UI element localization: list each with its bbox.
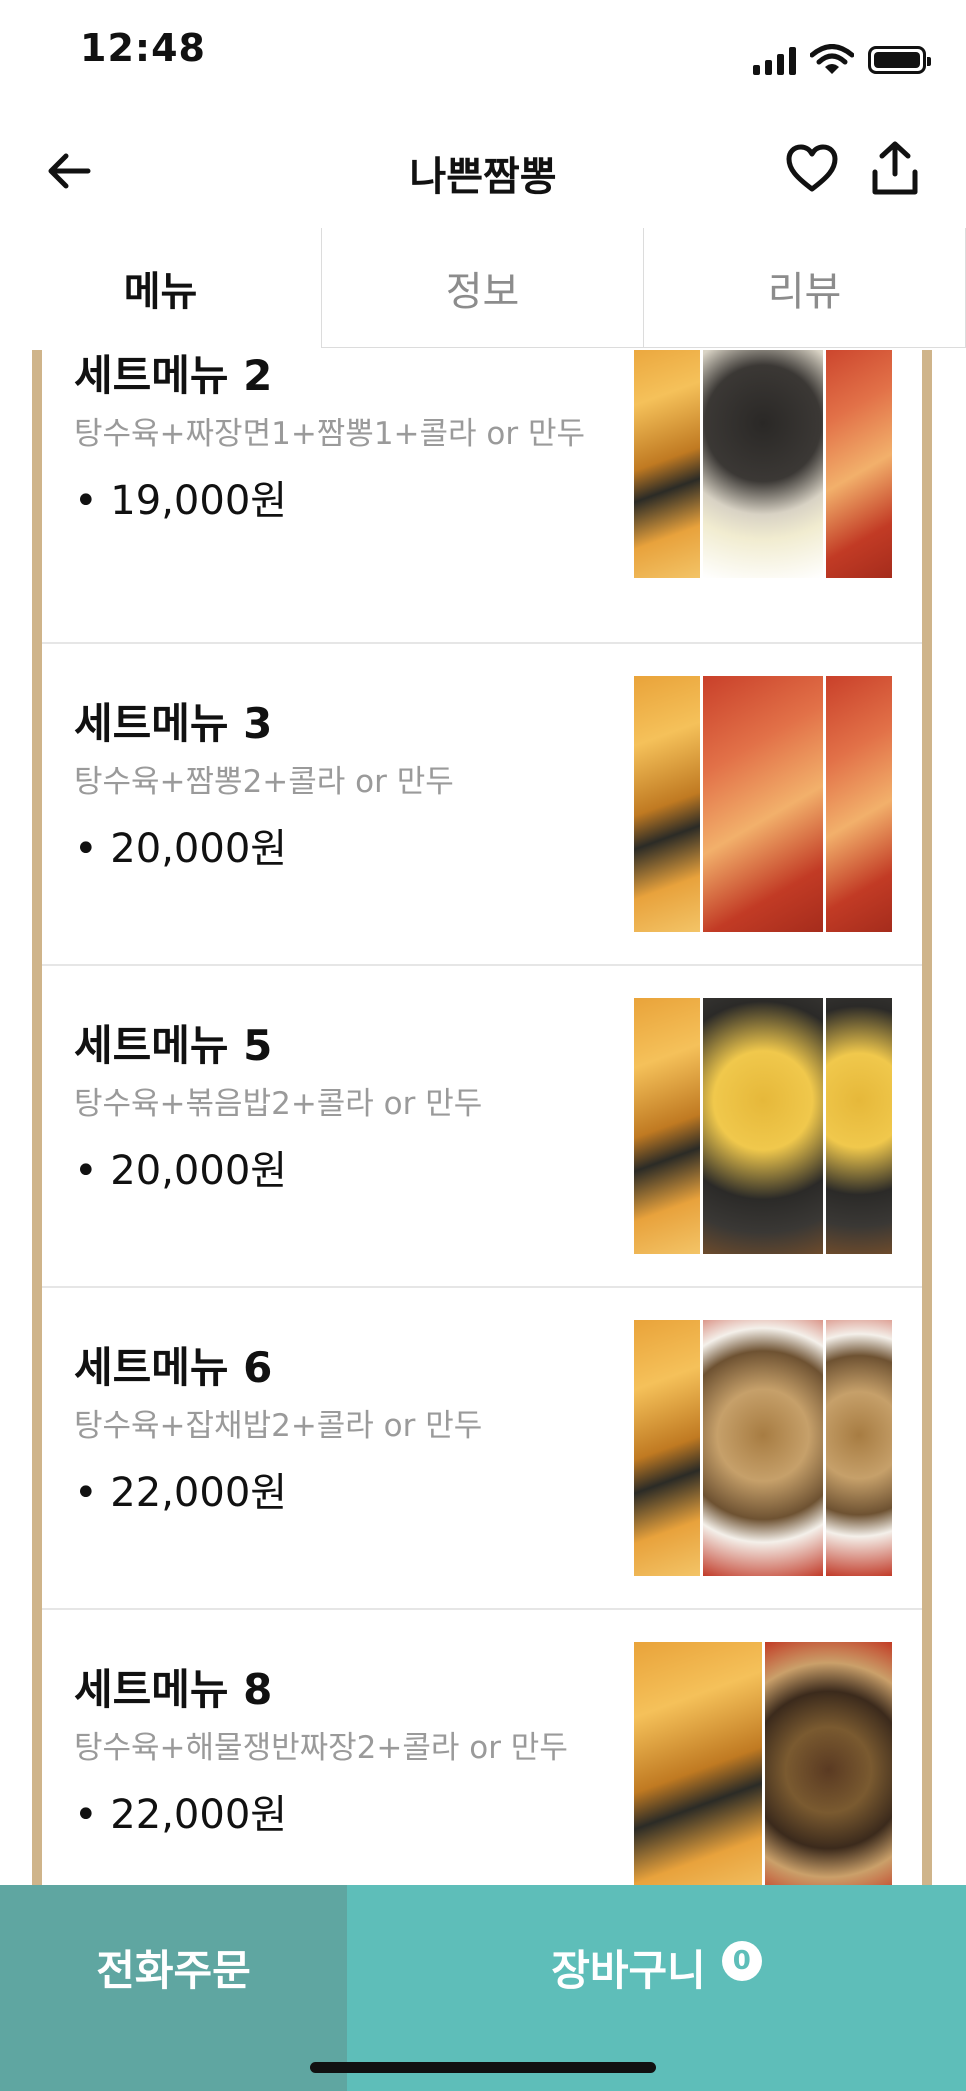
home-indicator[interactable] [310,2062,656,2073]
share-icon[interactable] [870,140,920,196]
menu-item-photo [634,1320,892,1576]
menu-list: 세트메뉴 2 탕수육+짜장면1+짬뽕1+콜라 or 만두 • 19,000원 세… [32,350,932,1886]
menu-item-description: 탕수육+볶음밥2+콜라 or 만두 [74,1086,483,1122]
bottom-action-bar: 전화주문 장바구니 0 [0,1885,966,2091]
menu-item[interactable]: 세트메뉴 3 탕수육+짬뽕2+콜라 or 만두 • 20,000원 [42,644,922,966]
menu-item-price: • 22,000원 [74,1470,288,1516]
battery-icon [868,46,931,74]
menu-item-price: • 20,000원 [74,1148,288,1194]
menu-item-description: 탕수육+짬뽕2+콜라 or 만두 [74,764,454,800]
cart-count-badge: 0 [721,1941,762,1981]
menu-item-photo [634,350,892,578]
menu-item-price: • 19,000원 [74,478,288,524]
menu-item-name: 세트메뉴 3 [74,699,273,748]
status-time: 12:48 [80,26,206,70]
menu-item-description: 탕수육+짜장면1+짬뽕1+콜라 or 만두 [74,416,586,452]
menu-item-description: 탕수육+잡채밥2+콜라 or 만두 [74,1408,483,1444]
menu-item-description: 탕수육+해물쟁반짜장2+콜라 or 만두 [74,1730,568,1766]
cart-button[interactable]: 장바구니 0 [347,1885,966,2091]
phone-order-button[interactable]: 전화주문 [0,1885,347,2091]
status-bar: 12:48 [0,0,966,110]
menu-item[interactable]: 세트메뉴 6 탕수육+잡채밥2+콜라 or 만두 • 22,000원 [42,1288,922,1610]
status-icons [753,40,931,80]
tab-menu[interactable]: 메뉴 [0,228,322,348]
menu-item[interactable]: 세트메뉴 2 탕수육+짜장면1+짬뽕1+콜라 or 만두 • 19,000원 [42,350,922,644]
wifi-icon [810,44,854,74]
menu-item[interactable]: 세트메뉴 5 탕수육+볶음밥2+콜라 or 만두 • 20,000원 [42,966,922,1288]
tab-info[interactable]: 정보 [322,228,644,348]
tab-bar: 메뉴 정보 리뷰 [0,228,966,350]
menu-item[interactable]: 세트메뉴 8 탕수육+해물쟁반짜장2+콜라 or 만두 • 22,000원 [42,1610,922,1886]
menu-item-price: • 22,000원 [74,1792,288,1838]
menu-item-name: 세트메뉴 8 [74,1665,273,1714]
menu-item-name: 세트메뉴 5 [74,1021,273,1070]
tab-reviews[interactable]: 리뷰 [644,228,966,348]
menu-item-photo [634,1642,892,1886]
menu-item-name: 세트메뉴 6 [74,1343,273,1392]
heart-icon[interactable] [786,144,838,194]
menu-item-photo [634,676,892,932]
cellular-signal-icon [753,45,796,75]
menu-item-name: 세트메뉴 2 [74,351,273,400]
menu-item-photo [634,998,892,1254]
menu-item-price: • 20,000원 [74,826,288,872]
top-header: 나쁜짬뽕 [0,110,966,230]
phone-order-label: 전화주문 [96,1946,251,1995]
